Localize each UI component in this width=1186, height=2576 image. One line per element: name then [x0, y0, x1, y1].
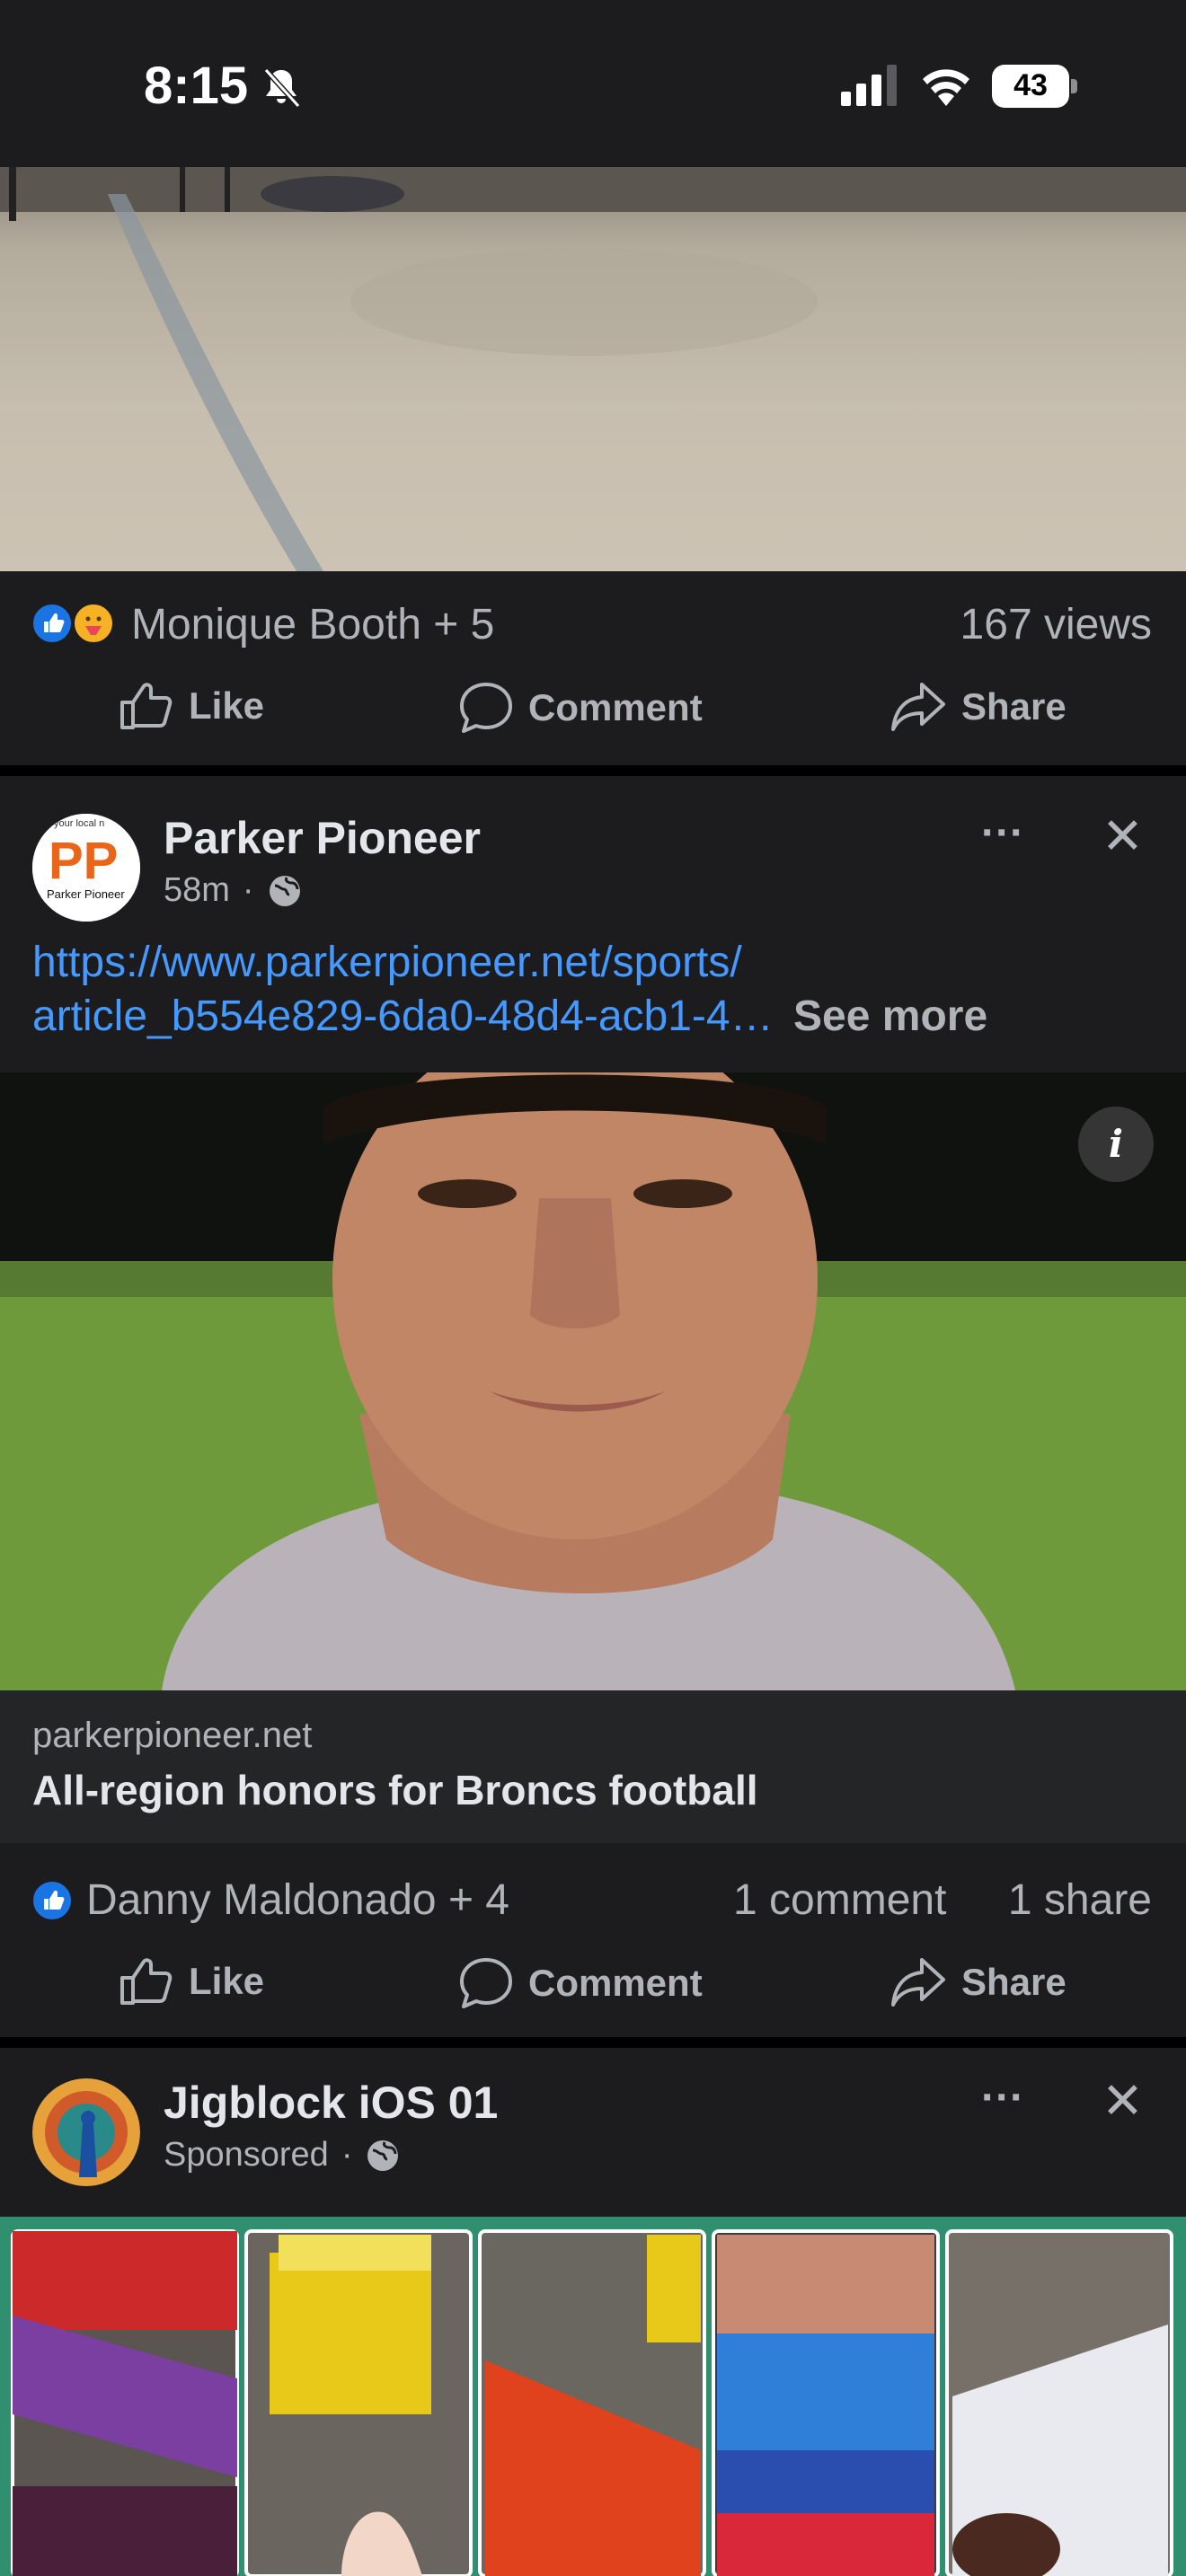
bell-slash-icon [263, 67, 301, 109]
comment-label: Comment [528, 686, 703, 728]
share-icon [891, 683, 945, 731]
post-link-line2-row: article_b554e829-6da0-48d4-acb1-4… See m… [32, 992, 987, 1041]
svg-text:Parker Pioneer: Parker Pioneer [47, 887, 125, 901]
article-image[interactable]: i [0, 1072, 1186, 1690]
page-name[interactable]: Parker Pioneer [164, 812, 481, 864]
info-icon[interactable]: i [1078, 1107, 1154, 1182]
share-label: Share [961, 1961, 1067, 2003]
svg-text:your local n: your local n [54, 818, 104, 829]
more-icon[interactable]: ··· [981, 808, 1024, 858]
advertiser-name[interactable]: Jigblock iOS 01 [164, 2077, 498, 2129]
reactors-summary[interactable]: Danny Maldonado + 4 [86, 1875, 509, 1925]
like-button[interactable]: Like [119, 681, 264, 731]
post-meta: Sponsored · [164, 2136, 401, 2175]
share-count[interactable]: 1 share [1008, 1875, 1152, 1925]
share-label: Share [961, 685, 1067, 728]
share-icon [891, 1958, 945, 2007]
close-icon[interactable]: ✕ [1102, 807, 1144, 866]
post-link-line1[interactable]: https://www.parkerpioneer.net/sports/ [32, 938, 742, 987]
comment-count[interactable]: 1 comment [733, 1875, 946, 1925]
advertiser-avatar[interactable] [32, 2078, 140, 2186]
globe-icon [269, 875, 300, 906]
status-bar: 8:15 43 [0, 0, 1186, 167]
post-time[interactable]: 58m [164, 871, 230, 910]
video-frame-graphic [0, 167, 1186, 571]
video-thumbnail[interactable] [0, 167, 1186, 571]
battery-icon: 43 [992, 65, 1078, 108]
meta-separator: · [341, 2136, 353, 2174]
comment-label: Comment [528, 1962, 703, 2004]
share-button[interactable]: Share [890, 1956, 1067, 2008]
reactors-summary[interactable]: Monique Booth + 5 [131, 600, 494, 649]
peacock-logo [32, 2078, 140, 2186]
wifi-icon [923, 69, 969, 106]
care-reaction-icon [72, 602, 115, 645]
link-headline[interactable]: All-region honors for Broncs football [32, 1766, 758, 1814]
clock: 8:15 [144, 57, 249, 115]
comment-icon [460, 1958, 512, 2008]
sponsored-label[interactable]: Sponsored [164, 2136, 329, 2175]
thumbs-up-icon [120, 1958, 173, 2005]
post-meta: 58m · [164, 871, 303, 910]
post-separator [0, 2037, 1186, 2048]
thumbs-up-icon [120, 683, 173, 729]
reaction-icons[interactable] [31, 602, 120, 647]
like-reaction-icon[interactable] [31, 1879, 74, 1922]
meta-separator: · [242, 871, 254, 909]
cellular-signal-icon [841, 65, 897, 106]
view-count[interactable]: 167 views [960, 600, 1152, 649]
comment-button[interactable]: Comment [458, 1956, 703, 2010]
like-reaction-icon [31, 602, 74, 645]
post-separator [0, 765, 1186, 776]
share-button[interactable]: Share [890, 681, 1067, 733]
see-more-button[interactable]: See more [793, 992, 987, 1040]
link-domain: parkerpioneer.net [32, 1716, 313, 1755]
more-icon[interactable]: ··· [981, 2073, 1024, 2122]
ad-image[interactable] [0, 2217, 1186, 2576]
parker-pioneer-logo: your local n PP Parker Pioneer [32, 814, 140, 922]
post-header: your local n PP Parker Pioneer Parker Pi… [0, 776, 1186, 1072]
athlete-portrait [0, 1072, 1186, 1690]
post-footer: Danny Maldonado + 4 1 comment 1 share Li… [0, 1843, 1186, 2037]
post-header: Jigblock iOS 01 Sponsored · ··· ✕ [0, 2048, 1186, 2217]
globe-icon [367, 2139, 399, 2171]
page-avatar[interactable]: your local n PP Parker Pioneer [32, 814, 140, 922]
battery-level: 43 [1013, 68, 1048, 102]
jigblock-game-preview [11, 2229, 1173, 2576]
like-button[interactable]: Like [119, 1956, 264, 2007]
svg-text:PP: PP [49, 832, 118, 890]
comment-button[interactable]: Comment [458, 681, 703, 735]
like-label: Like [189, 1960, 265, 2002]
post-link-line2[interactable]: article_b554e829-6da0-48d4-acb1-4… [32, 992, 774, 1040]
close-icon[interactable]: ✕ [1102, 2071, 1144, 2130]
comment-icon [460, 683, 512, 733]
like-label: Like [189, 684, 265, 727]
post-footer: Monique Booth + 5 167 views Like Comment… [0, 571, 1186, 765]
